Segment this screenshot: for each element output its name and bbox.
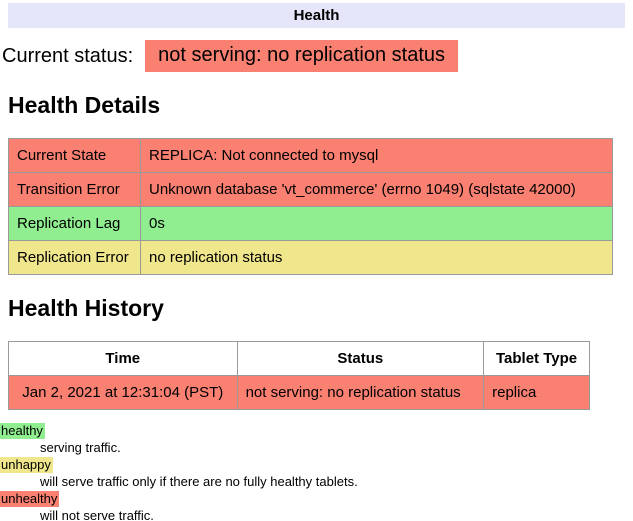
- legend-term-unhealthy: unhealthy: [0, 491, 633, 507]
- section-heading-health-details: Health Details: [8, 92, 625, 119]
- page-title-bar: Health: [8, 3, 625, 28]
- table-row: Jan 2, 2021 at 12:31:04 (PST) not servin…: [9, 376, 590, 410]
- detail-row-label: Replication Error: [9, 241, 141, 275]
- detail-row-label: Replication Lag: [9, 207, 141, 241]
- legend-desc-healthy: serving traffic.: [40, 440, 633, 456]
- table-header-row: Time Status Tablet Type: [9, 342, 590, 376]
- legend-term-healthy-badge: healthy: [0, 423, 45, 439]
- detail-row-label: Transition Error: [9, 173, 141, 207]
- page-title: Health: [294, 7, 340, 24]
- table-row: Transition Error Unknown database 'vt_co…: [9, 173, 613, 207]
- current-status-badge: not serving: no replication status: [145, 40, 458, 72]
- legend-term-unhappy-badge: unhappy: [0, 457, 53, 473]
- column-header-status: Status: [237, 342, 484, 376]
- legend-term-unhappy: unhappy: [0, 457, 633, 473]
- detail-row-value: REPLICA: Not connected to mysql: [141, 139, 613, 173]
- legend-term-unhealthy-badge: unhealthy: [0, 491, 59, 507]
- column-header-time: Time: [9, 342, 238, 376]
- history-status-cell: not serving: no replication status: [237, 376, 484, 410]
- detail-row-label: Current State: [9, 139, 141, 173]
- detail-row-value: 0s: [141, 207, 613, 241]
- history-tablet-type-cell: replica: [484, 376, 590, 410]
- health-history-table: Time Status Tablet Type Jan 2, 2021 at 1…: [8, 341, 590, 410]
- health-legend: healthy serving traffic. unhappy will se…: [0, 423, 633, 521]
- health-details-table: Current State REPLICA: Not connected to …: [8, 138, 613, 275]
- detail-row-value: no replication status: [141, 241, 613, 275]
- history-time-cell: Jan 2, 2021 at 12:31:04 (PST): [9, 376, 238, 410]
- table-row: Replication Lag 0s: [9, 207, 613, 241]
- legend-term-healthy: healthy: [0, 423, 633, 439]
- current-status-line: Current status: not serving: no replicat…: [2, 40, 633, 72]
- current-status-label: Current status:: [2, 45, 133, 68]
- detail-row-value: Unknown database 'vt_commerce' (errno 10…: [141, 173, 613, 207]
- section-heading-health-history: Health History: [8, 295, 625, 322]
- column-header-tablet-type: Tablet Type: [484, 342, 590, 376]
- table-row: Replication Error no replication status: [9, 241, 613, 275]
- table-row: Current State REPLICA: Not connected to …: [9, 139, 613, 173]
- legend-desc-unhappy: will serve traffic only if there are no …: [40, 474, 633, 490]
- legend-desc-unhealthy: will not serve traffic.: [40, 508, 633, 521]
